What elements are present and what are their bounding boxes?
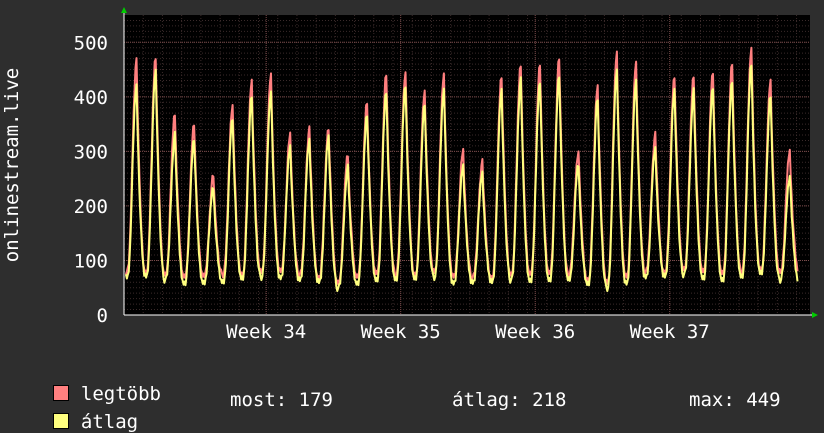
y-tick-label: 100 (74, 250, 108, 272)
x-tick-label: Week 36 (495, 321, 575, 343)
legend-item-atlag: átlag (30, 389, 138, 433)
y-tick-label: 500 (74, 32, 108, 54)
stat-atlag: átlag: 218 (452, 389, 567, 411)
stat-most: most: 179 (230, 389, 333, 411)
y-axis-label: onlinestream.live (1, 68, 23, 262)
y-tick-label: 200 (74, 196, 108, 218)
x-axis-arrow-icon (812, 312, 818, 318)
x-tick-label: Week 37 (630, 321, 710, 343)
x-ticks: Week 34 Week 35 Week 36 Week 37 (226, 321, 710, 343)
y-tick-label: 400 (74, 87, 108, 109)
y-tick-label: 300 (74, 141, 108, 163)
x-tick-label: Week 35 (361, 321, 441, 343)
y-axis-arrow-icon (121, 7, 127, 13)
x-tick-label: Week 34 (226, 321, 306, 343)
plot-background (124, 15, 810, 315)
legend-swatch-atlag (52, 413, 69, 429)
stat-max: max: 449 (689, 389, 781, 411)
y-ticks: 0 100 200 300 400 500 (74, 32, 108, 327)
y-tick-label: 0 (97, 305, 108, 327)
